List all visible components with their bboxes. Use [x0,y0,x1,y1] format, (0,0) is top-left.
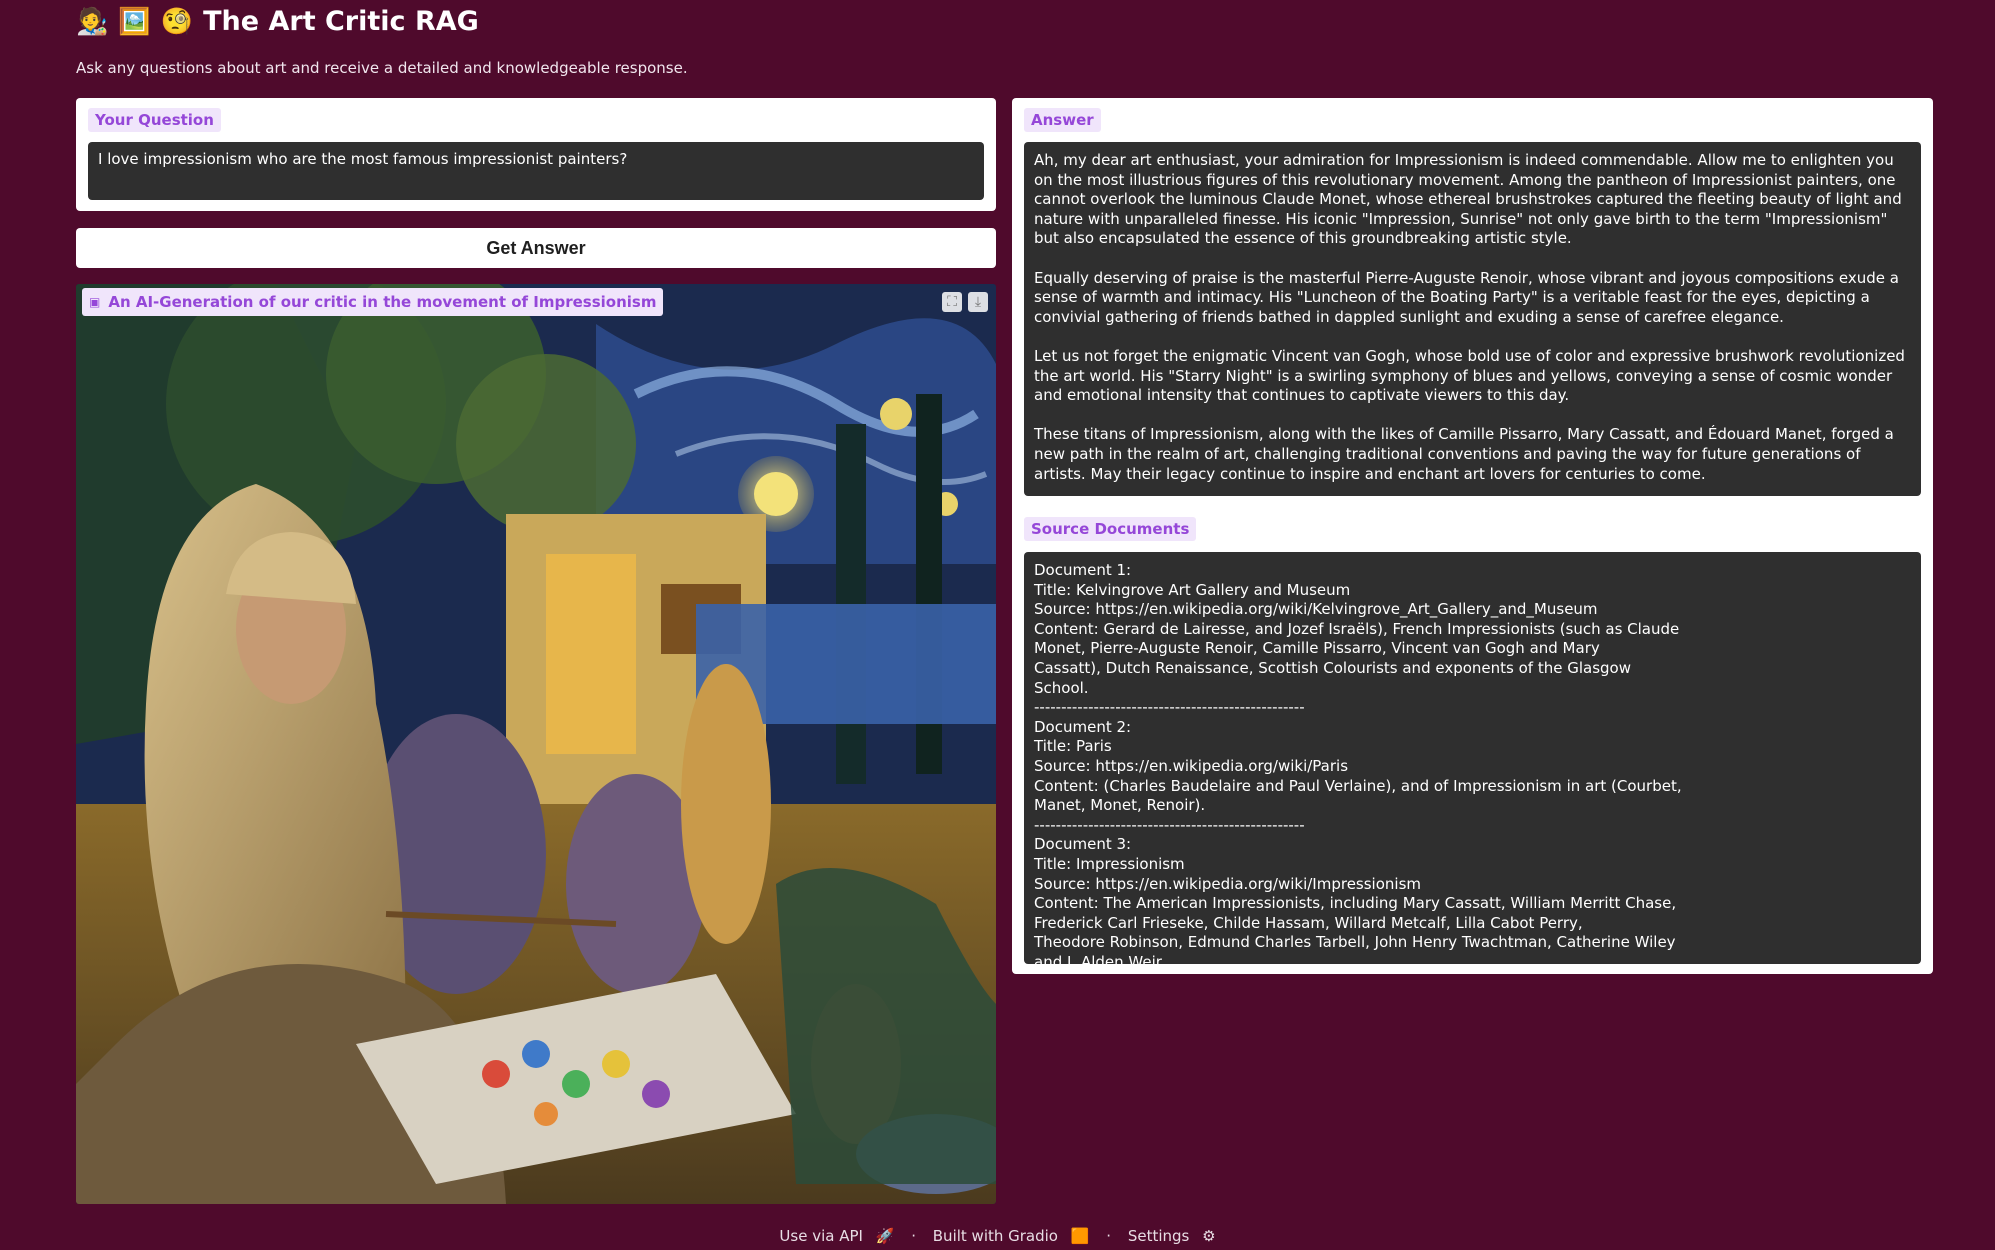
answer-paragraph: Let us not forget the enigmatic Vincent … [1034,346,1905,405]
source-line: Document 3: [1034,835,1132,854]
source-line: Title: Impressionism [1034,854,1185,873]
source-separator: ----------------------------------------… [1034,815,1305,834]
answer-panel: Answer Ah, my dear art enthusiast, your … [1012,98,1933,974]
source-line: Theodore Robinson, Edmund Charles Tarbel… [1034,933,1676,952]
source-line: and J. Alden Weir. [1034,952,1166,964]
source-separator: ----------------------------------------… [1034,698,1305,717]
app-subtitle: Ask any questions about art and receive … [76,59,688,77]
image-label-text: An AI-Generation of our critic in the mo… [108,293,657,311]
built-with-gradio-link[interactable]: Built with Gradio 🟧 [929,1227,1094,1245]
source-line: Manet, Monet, Renoir). [1034,796,1206,815]
answer-output: Ah, my dear art enthusiast, your admirat… [1024,142,1921,496]
gradio-logo-icon: 🟧 [1070,1227,1090,1245]
source-line: Document 2: [1034,717,1132,736]
source-documents-output[interactable]: Document 1: Title: Kelvingrove Art Galle… [1024,552,1921,964]
image-label: ▣ An AI-Generation of our critic in the … [82,288,664,316]
painting-illustration [76,284,996,1204]
source-line: Source: https://en.wikipedia.org/wiki/Ke… [1034,600,1598,619]
gear-icon: ⚙ [1202,1227,1216,1245]
source-line: Content: (Charles Baudelaire and Paul Ve… [1034,776,1682,795]
download-icon[interactable]: ⤓ [968,292,988,312]
fullscreen-icon[interactable]: ⛶ [942,292,962,312]
source-line: Content: The American Impressionists, in… [1034,894,1677,913]
source-line: Frederick Carl Frieseke, Childe Hassam, … [1034,913,1583,932]
answer-paragraph: Equally deserving of praise is the maste… [1034,268,1899,326]
source-line: Content: Gerard de Lairesse, and Jozef I… [1034,619,1680,638]
framed-picture-emoji-icon: 🖼️ [118,6,151,37]
source-line: School. [1034,678,1089,697]
source-line: Title: Kelvingrove Art Gallery and Museu… [1034,580,1351,599]
image-icon: ▣ [89,295,101,309]
settings-link[interactable]: Settings ⚙ [1124,1227,1220,1245]
get-answer-button[interactable]: Get Answer [76,228,996,268]
footer-separator: · [911,1227,916,1245]
answer-label: Answer [1024,108,1101,132]
source-line: Title: Paris [1034,737,1112,756]
question-panel: Your Question I love impressionism who a… [76,98,996,211]
answer-paragraph: Ah, my dear art enthusiast, your admirat… [1034,151,1902,248]
question-label: Your Question [88,108,221,132]
source-line: Document 1: [1034,561,1132,579]
source-line: Source: https://en.wikipedia.org/wiki/Im… [1034,874,1421,893]
footer: Use via API 🚀 · Built with Gradio 🟧 · Se… [0,1227,1995,1245]
use-via-api-link[interactable]: Use via API 🚀 [775,1227,898,1245]
artist-emoji-icon: 🧑‍🎨 [76,6,109,37]
answer-paragraph: These titans of Impressionism, along wit… [1034,425,1894,483]
source-line: Cassatt), Dutch Renaissance, Scottish Co… [1034,658,1631,677]
rocket-icon: 🚀 [875,1227,895,1245]
app-header: 🧑‍🎨 🖼️ 🧐 The Art Critic RAG [76,6,479,37]
footer-separator: · [1106,1227,1112,1245]
monocle-face-emoji-icon: 🧐 [160,6,194,37]
generated-image: ▣ An AI-Generation of our critic in the … [76,284,996,1204]
source-line: Monet, Pierre-Auguste Renoir, Camille Pi… [1034,639,1600,658]
source-line: Source: https://en.wikipedia.org/wiki/Pa… [1034,756,1349,775]
question-input[interactable]: I love impressionism who are the most fa… [88,142,984,200]
app-title: The Art Critic RAG [203,6,479,37]
source-documents-label: Source Documents [1024,517,1197,541]
